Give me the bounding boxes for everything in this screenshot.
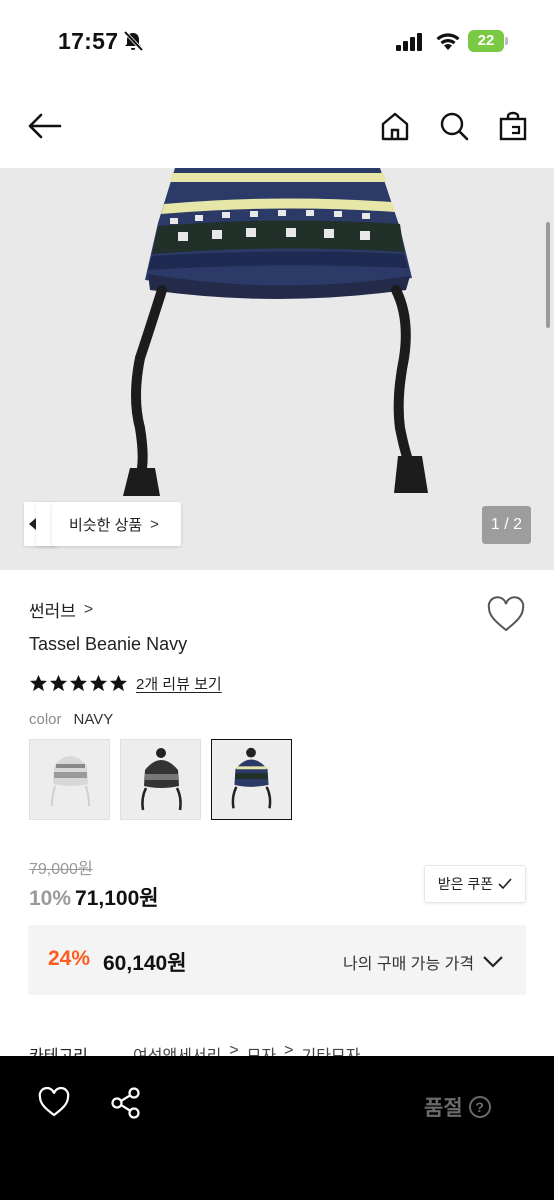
status-bar: 17:57 22 <box>0 0 554 84</box>
heart-icon <box>487 596 525 632</box>
coupon-label: 받은 쿠폰 <box>437 876 494 892</box>
member-price: 60,140원 <box>103 952 187 975</box>
soldout-label: 품절 <box>424 1097 463 1120</box>
top-navigation <box>0 84 554 168</box>
soldout-status: 품절 ? <box>424 1092 491 1122</box>
cart-button[interactable] <box>493 106 533 146</box>
swatch-navy[interactable] <box>211 739 292 820</box>
battery-indicator: 22 <box>468 30 508 52</box>
signal-icon <box>396 33 422 51</box>
original-price: 79,000원 <box>29 861 93 878</box>
battery-tip <box>505 37 508 45</box>
battery-level: 22 <box>468 30 504 52</box>
rating-row: 2개 리뷰 보기 <box>29 671 222 695</box>
swatch-grey[interactable] <box>29 739 110 820</box>
bottom-action-bar: 품절 ? <box>0 1056 554 1200</box>
status-time: 17:57 <box>58 28 119 54</box>
star-icon <box>29 674 48 691</box>
reviews-link[interactable]: 2개 리뷰 보기 <box>136 673 222 694</box>
bell-slash-icon <box>123 30 144 52</box>
image-scrollbar[interactable] <box>546 222 550 328</box>
brand-link[interactable]: 썬러브 > <box>29 597 93 622</box>
home-button[interactable] <box>375 106 415 146</box>
page-indicator: 1 / 2 <box>482 506 531 544</box>
star-icon <box>89 674 108 691</box>
help-icon[interactable]: ? <box>468 1096 491 1118</box>
price-row: 10% 71,100원 <box>29 882 159 912</box>
sale-price: 71,100원 <box>75 887 159 910</box>
similar-products-button[interactable]: 비슷한 상품 > <box>52 502 181 546</box>
similar-products-label: 비슷한 상품 <box>69 516 143 534</box>
share-button[interactable] <box>110 1086 142 1120</box>
color-value: NAVY <box>73 711 114 728</box>
chevron-down-icon <box>483 956 503 968</box>
chevron-right-icon: > <box>83 600 94 618</box>
rating-stars <box>29 674 128 693</box>
home-icon <box>381 112 409 141</box>
product-title: Tassel Beanie Navy <box>29 634 188 654</box>
back-button[interactable] <box>25 106 65 146</box>
share-icon <box>111 1087 140 1119</box>
member-price-panel[interactable]: 24% 60,140원 나의 구매 가능 가격 <box>28 925 526 995</box>
search-button[interactable] <box>434 106 474 146</box>
star-icon <box>69 674 88 691</box>
star-icon <box>109 674 128 691</box>
caret-left-icon <box>29 518 36 530</box>
navy-beanie-thumbnail <box>231 747 272 809</box>
brand-name: 썬러브 <box>29 602 76 621</box>
shopping-bag-icon <box>499 111 527 141</box>
black-beanie-thumbnail <box>141 748 182 811</box>
color-swatches <box>29 739 292 820</box>
swatch-black[interactable] <box>120 739 201 820</box>
like-button[interactable] <box>37 1086 71 1120</box>
check-icon <box>498 878 512 890</box>
color-label: color <box>29 711 62 728</box>
wishlist-button[interactable] <box>486 596 526 634</box>
star-icon <box>49 674 68 691</box>
wifi-icon <box>436 33 460 50</box>
coupon-button[interactable]: 받은 쿠폰 <box>424 865 526 903</box>
color-row: color NAVY <box>29 711 113 728</box>
product-image-carousel[interactable]: 비슷한 상품 > 1 / 2 <box>0 168 554 570</box>
chevron-right-icon: > <box>150 515 159 533</box>
discount-percent: 10% <box>29 887 72 910</box>
grey-beanie-thumbnail <box>51 756 90 807</box>
search-icon <box>440 112 469 141</box>
arrow-left-icon <box>28 113 62 139</box>
member-discount-percent: 24% <box>48 947 91 970</box>
heart-icon <box>38 1086 70 1117</box>
member-price-label: 나의 구매 가능 가격 <box>343 956 475 973</box>
